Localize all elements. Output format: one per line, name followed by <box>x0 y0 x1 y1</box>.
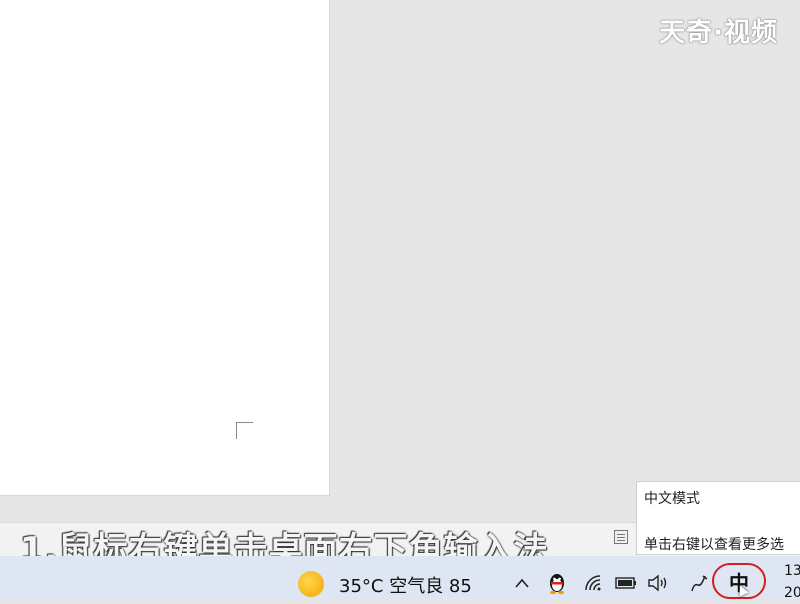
battery-icon[interactable] <box>614 570 638 596</box>
clock-date: 202 <box>784 585 800 601</box>
clock-time: 13 <box>784 563 800 579</box>
ime-tooltip: 中文模式 单击右键以查看更多选 <box>636 481 800 555</box>
sun-icon[interactable] <box>298 571 324 597</box>
tooltip-hint: 单击右键以查看更多选 <box>644 537 784 553</box>
document-page <box>0 0 330 496</box>
page-corner-mark <box>236 422 253 439</box>
weather-readout[interactable]: 35°C 空气良 85 <box>339 572 472 598</box>
volume-icon[interactable] <box>646 570 670 596</box>
taskbar-clock[interactable]: 13 202 <box>784 560 800 604</box>
tooltip-title: 中文模式 <box>644 491 700 507</box>
chevron-up-icon[interactable] <box>512 570 532 596</box>
pen-icon[interactable] <box>688 570 710 596</box>
watermark: 天奇·视频 <box>659 18 778 48</box>
layout-icon[interactable] <box>614 530 628 544</box>
qq-penguin-icon[interactable] <box>546 570 568 596</box>
wifi-icon[interactable] <box>583 570 605 596</box>
